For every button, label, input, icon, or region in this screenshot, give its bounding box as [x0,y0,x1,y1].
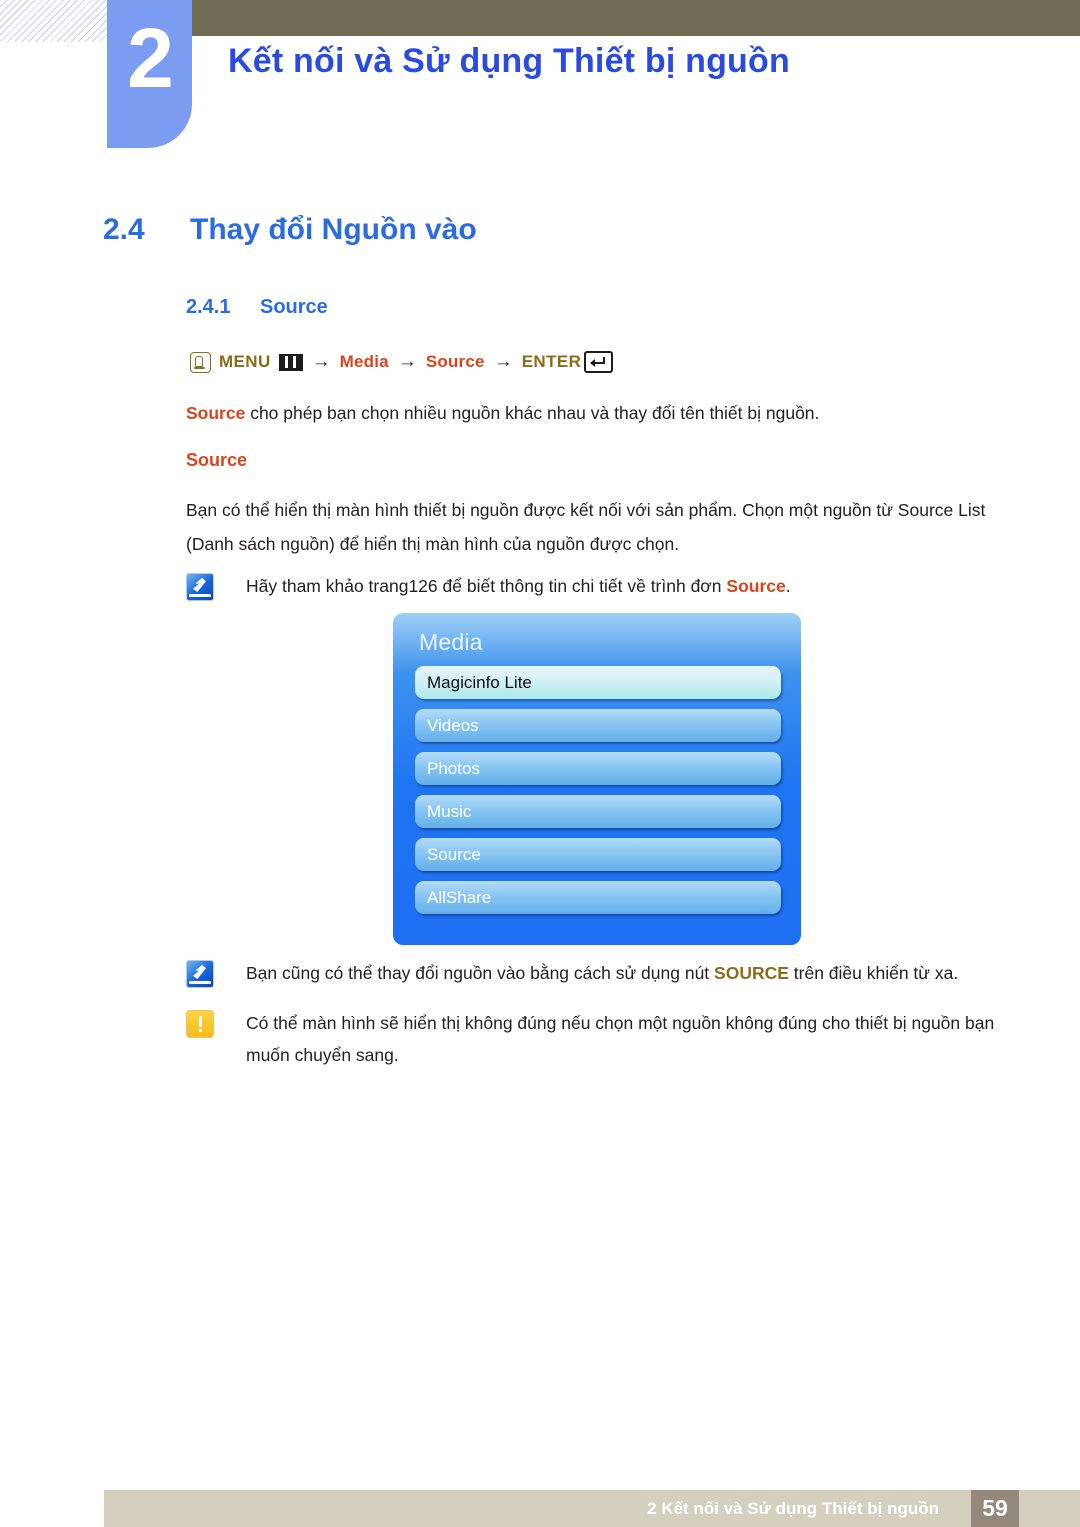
osd-panel-title: Media [419,629,483,655]
enter-key-icon [584,351,614,373]
osd-item-allshare[interactable]: AllShare [415,881,781,914]
osd-item-label: Music [427,801,472,821]
chapter-number: 2 [127,11,174,105]
osd-item-label: Photos [427,758,480,778]
body-paragraph: Bạn có thể hiển thị màn hình thiết bị ng… [186,500,986,554]
osd-item-label: Videos [427,715,479,735]
note-highlight: SOURCE [714,963,789,983]
menu-path-menu-label: MENU [219,352,271,371]
note-text-before: Hãy tham khảo trang126 để biết thông tin… [246,576,727,596]
header-olive-bar [192,0,1080,36]
note-text: Bạn cũng có thể thay đổi nguồn vào bằng … [246,957,958,989]
osd-item-source[interactable]: Source [415,838,781,871]
section-heading-1-title: Thay đổi Nguồn vào [190,213,477,246]
note-pen-icon [186,573,214,601]
intro-rest-text: cho phép bạn chọn nhiều nguồn khác nhau … [245,403,820,423]
osd-item-music[interactable]: Music [415,795,781,828]
sub-heading-source: Source [186,450,248,470]
intro-bold-term: Source [186,403,246,423]
intro-paragraph: Source cho phép bạn chọn nhiều nguồn khá… [186,396,986,430]
note-text: Có thể màn hình sẽ hiển thị không đúng n… [246,1013,995,1065]
osd-item-magicinfo-lite[interactable]: Magicinfo Lite [415,666,781,699]
menu-grid-icon [278,353,303,371]
menu-path-arrow-2: → [397,351,417,372]
note-pen-icon [186,960,214,988]
osd-media-panel: Media Magicinfo Lite Videos Photos Music… [393,613,801,945]
note-row-reference: Hãy tham khảo trang126 để biết thông tin… [186,570,976,602]
osd-item-label: Magicinfo Lite [427,672,532,692]
section-heading-2: 2.4.1 Source [186,296,328,319]
menu-path-enter-label: ENTER [521,352,582,371]
note-text-before: Bạn cũng có thể thay đổi nguồn vào bằng … [246,963,715,983]
osd-item-photos[interactable]: Photos [415,752,781,785]
footer-chapter-label: 2 Kết nối và Sử dụng Thiết bị nguồn [647,1499,939,1518]
note-row-warning: Có thể màn hình sẽ hiển thị không đúng n… [186,1007,996,1071]
note-text-after: trên điều khiển từ xa. [788,963,959,983]
corner-hatch-decoration [0,0,107,42]
note-text-after: . [785,576,791,596]
menu-path-arrow-1: → [311,351,331,372]
section-heading-1: 2.4 Thay đổi Nguồn vào [103,213,477,247]
section-heading-2-number: 2.4.1 [186,296,231,318]
section-heading-1-number: 2.4 [103,213,145,246]
note-highlight: Source [726,576,786,596]
section-heading-2-title: Source [260,296,328,318]
menu-path-arrow-3: → [493,351,513,372]
warning-icon [186,1010,214,1038]
osd-item-label: Source [427,844,481,864]
osd-item-label: AllShare [427,887,492,907]
menu-path-source-label: Source [425,352,485,371]
menu-path-media-label: Media [339,352,389,371]
note-text: Hãy tham khảo trang126 để biết thông tin… [246,570,791,602]
note-row-remote-source: Bạn cũng có thể thay đổi nguồn vào bằng … [186,957,986,989]
menu-path: MENU → Media → Source → ENTER [190,351,614,373]
hand-press-icon [190,351,211,373]
footer-page-number: 59 [971,1490,1019,1527]
chapter-title: Kết nối và Sử dụng Thiết bị nguồn [228,42,790,80]
osd-item-videos[interactable]: Videos [415,709,781,742]
